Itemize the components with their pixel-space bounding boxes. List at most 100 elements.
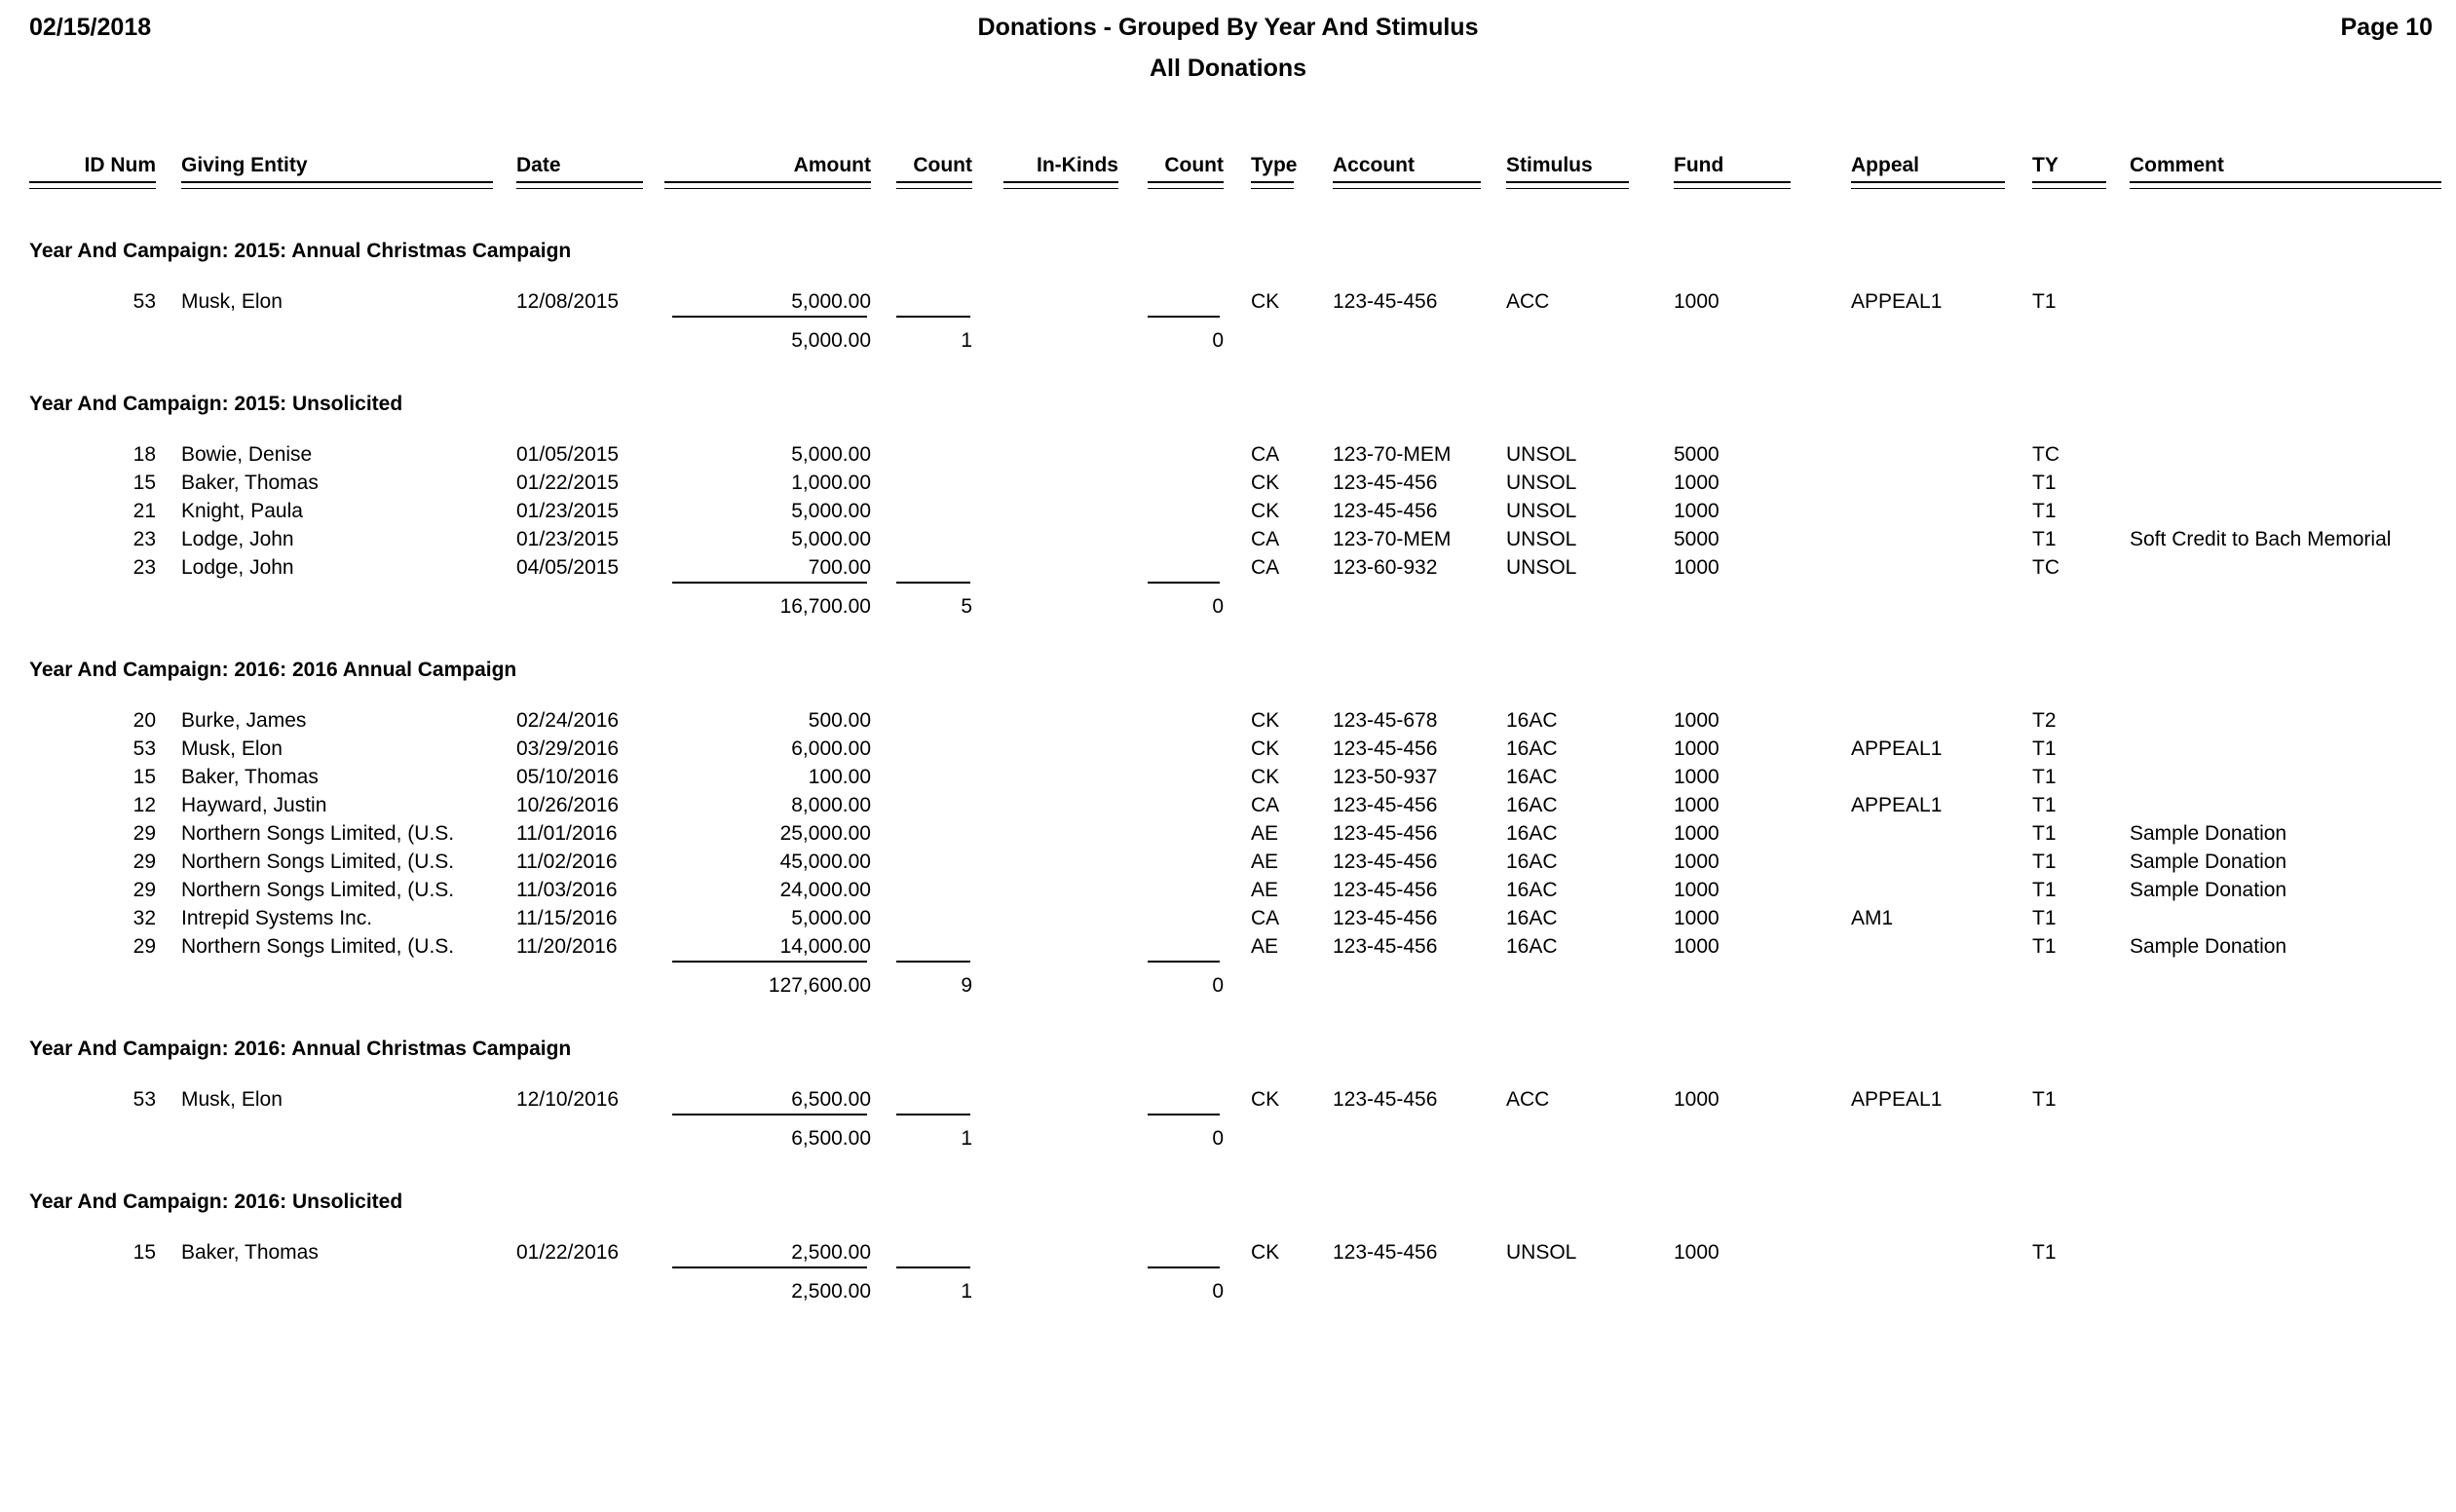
cell-ty: T1 <box>2032 879 2057 901</box>
cell-fund: 1000 <box>1674 1088 1719 1111</box>
page-number: Page 10 <box>2340 14 2433 41</box>
column-header-account[interactable]: Account <box>1333 154 1479 177</box>
subtotal-count: 1 <box>961 1127 972 1150</box>
column-header-rule-inkinds <box>1003 181 1118 189</box>
cell-amount: 500.00 <box>808 709 871 732</box>
cell-amount: 6,000.00 <box>791 737 871 760</box>
table-row[interactable]: 29 Northern Songs Limited, (U.S. 11/02/201… <box>0 850 2456 879</box>
cell-type: AE <box>1251 822 1279 845</box>
cell-ty: T1 <box>2032 850 2057 873</box>
cell-type: CA <box>1251 443 1280 466</box>
group-header[interactable]: Year And Campaign: 2015: Annual Christma… <box>29 240 571 263</box>
cell-ty: T1 <box>2032 737 2057 760</box>
table-column-headers: ID Num Giving Entity Date Amount Count In-Kin… <box>0 154 2456 203</box>
cell-ty: T1 <box>2032 822 2057 845</box>
cell-date: 04/05/2015 <box>516 556 620 579</box>
table-row[interactable]: 18 Bowie, Denise 01/05/2015 5,000.00 CA 123-7… <box>0 443 2456 472</box>
cell-id-num: 15 <box>132 766 156 788</box>
subtotal-rule-count2 <box>1148 1114 1220 1115</box>
cell-entity: Northern Songs Limited, (U.S. <box>181 879 455 901</box>
cell-ty: T1 <box>2032 935 2057 958</box>
table-row[interactable]: 23 Lodge, John 01/23/2015 5,000.00 CA 123-70-… <box>0 528 2456 556</box>
column-header-fund[interactable]: Fund <box>1674 154 1791 177</box>
cell-id-num: 23 <box>132 528 156 550</box>
table-row[interactable]: 32 Intrepid Systems Inc. 11/15/2016 5,000.0… <box>0 907 2456 935</box>
subtotal-amount: 127,600.00 <box>768 974 871 997</box>
column-header-comment[interactable]: Comment <box>2130 154 2451 177</box>
cell-amount: 5,000.00 <box>791 500 871 522</box>
cell-entity: Musk, Elon <box>181 737 283 760</box>
column-header-ty[interactable]: TY <box>2032 154 2106 177</box>
column-header-stimulus[interactable]: Stimulus <box>1506 154 1623 177</box>
group-header[interactable]: Year And Campaign: 2016: Unsolicited <box>29 1191 402 1214</box>
column-header-count[interactable]: Count <box>896 154 972 177</box>
subtotal-count2: 0 <box>1212 595 1224 618</box>
cell-amount: 45,000.00 <box>779 850 871 873</box>
cell-ty: T1 <box>2032 1241 2057 1264</box>
cell-id-num: 53 <box>132 1088 156 1111</box>
subtotal-rule-amount <box>672 582 867 584</box>
table-row[interactable]: 53 Musk, Elon 12/08/2015 5,000.00 CK 123-45-4… <box>0 290 2456 319</box>
cell-entity: Baker, Thomas <box>181 1241 319 1264</box>
table-row[interactable]: 29 Northern Songs Limited, (U.S. 11/01/201… <box>0 822 2456 850</box>
subtotal-amount: 6,500.00 <box>791 1127 871 1150</box>
cell-entity: Lodge, John <box>181 556 294 579</box>
table-row[interactable]: 29 Northern Songs Limited, (U.S. 11/20/201… <box>0 935 2456 964</box>
subtotal-count: 9 <box>961 974 972 997</box>
column-header-entity[interactable]: Giving Entity <box>181 154 493 177</box>
cell-date: 11/01/2016 <box>516 822 618 845</box>
cell-type: CK <box>1251 500 1280 522</box>
cell-account: 123-45-456 <box>1333 472 1438 494</box>
column-header-rule-date <box>516 181 643 189</box>
cell-comment: Sample Donation <box>2130 822 2287 845</box>
subtotal-rule-amount <box>672 961 867 963</box>
cell-stimulus: 16AC <box>1506 935 1558 958</box>
cell-account: 123-45-456 <box>1333 935 1438 958</box>
cell-date: 01/23/2015 <box>516 500 620 522</box>
cell-fund: 1000 <box>1674 709 1719 732</box>
cell-stimulus: UNSOL <box>1506 472 1577 494</box>
group-header[interactable]: Year And Campaign: 2015: Unsolicited <box>29 393 402 416</box>
column-header-date[interactable]: Date <box>516 154 643 177</box>
cell-fund: 1000 <box>1674 500 1719 522</box>
cell-stimulus: 16AC <box>1506 850 1558 873</box>
table-row[interactable]: 53 Musk, Elon 03/29/2016 6,000.00 CK 123-45-4… <box>0 737 2456 766</box>
cell-fund: 1000 <box>1674 794 1719 816</box>
cell-ty: TC <box>2032 443 2059 466</box>
column-header-rule-appeal <box>1851 181 2005 189</box>
column-header-amount[interactable]: Amount <box>664 154 871 177</box>
column-header-count2[interactable]: Count <box>1148 154 1224 177</box>
cell-type: CK <box>1251 1088 1280 1111</box>
cell-appeal: APPEAL1 <box>1851 1088 1943 1111</box>
cell-date: 11/03/2016 <box>516 879 618 901</box>
cell-type: AE <box>1251 879 1279 901</box>
table-row[interactable]: 15 Baker, Thomas 05/10/2016 100.00 CK 123-50-… <box>0 766 2456 794</box>
cell-account: 123-45-456 <box>1333 1241 1438 1264</box>
column-header-id-num[interactable]: ID Num <box>29 154 157 177</box>
column-header-type[interactable]: Type <box>1251 154 1309 177</box>
group-header[interactable]: Year And Campaign: 2016: Annual Christma… <box>29 1038 571 1061</box>
cell-id-num: 29 <box>132 822 156 845</box>
cell-appeal: APPEAL1 <box>1851 737 1943 760</box>
table-row[interactable]: 21 Knight, Paula 01/23/2015 5,000.00 CK 123-4… <box>0 500 2456 528</box>
table-row[interactable]: 20 Burke, James 02/24/2016 500.00 CK 123-45-6… <box>0 709 2456 737</box>
subtotal-rule-count <box>896 961 970 963</box>
column-header-rule-ty <box>2032 181 2106 189</box>
cell-date: 05/10/2016 <box>516 766 620 788</box>
table-row[interactable]: 12 Hayward, Justin 10/26/2016 8,000.00 CA 123… <box>0 794 2456 822</box>
group-header[interactable]: Year And Campaign: 2016: 2016 Annual Cam… <box>29 659 516 682</box>
cell-account: 123-45-456 <box>1333 1088 1438 1111</box>
cell-type: CK <box>1251 766 1280 788</box>
column-header-inkinds[interactable]: In-Kinds <box>1003 154 1118 177</box>
table-row[interactable]: 29 Northern Songs Limited, (U.S. 11/03/201… <box>0 879 2456 907</box>
table-row[interactable]: 23 Lodge, John 04/05/2015 700.00 CA 123-60-93… <box>0 556 2456 585</box>
table-row[interactable]: 15 Baker, Thomas 01/22/2016 2,500.00 CK 123-4… <box>0 1241 2456 1269</box>
column-header-appeal[interactable]: Appeal <box>1851 154 2005 177</box>
subtotal-rule-count <box>896 316 970 318</box>
cell-amount: 14,000.00 <box>779 935 871 958</box>
cell-stimulus: UNSOL <box>1506 500 1577 522</box>
subtotal-rule-count <box>896 582 970 584</box>
table-row[interactable]: 15 Baker, Thomas 01/22/2015 1,000.00 CK 123-4… <box>0 472 2456 500</box>
cell-id-num: 15 <box>132 472 156 494</box>
table-row[interactable]: 53 Musk, Elon 12/10/2016 6,500.00 CK 123-45-4… <box>0 1088 2456 1116</box>
